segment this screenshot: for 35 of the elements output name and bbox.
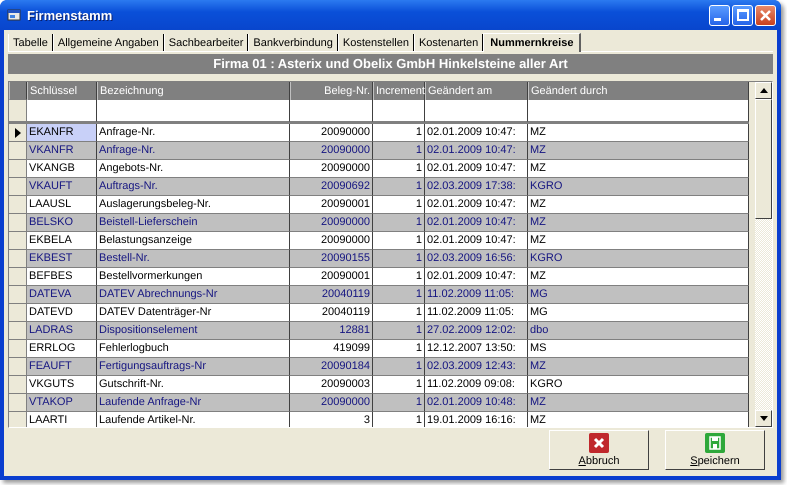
table-cell: Laufende Artikel-Nr.	[97, 412, 290, 427]
table-cell: 1	[373, 412, 425, 427]
tab[interactable]: Sachbearbeiter	[164, 34, 248, 51]
maximize-button[interactable]	[732, 4, 753, 26]
filter-field[interactable]	[290, 100, 373, 122]
tab[interactable]: Tabelle	[8, 34, 53, 51]
table-cell: 3	[290, 412, 373, 427]
filter-field[interactable]	[425, 100, 528, 122]
tab[interactable]: Bankverbindung	[248, 34, 338, 51]
close-icon	[760, 10, 771, 20]
company-heading: Firma 01 : Asterix und Obelix GmbH Hinkelsteine aller Art	[8, 54, 773, 74]
table-cell: LAARTI	[27, 412, 97, 427]
filter-field[interactable]	[97, 100, 290, 122]
tab[interactable]: Allgemeine Angaben	[52, 34, 164, 51]
filter-field[interactable]	[528, 100, 749, 122]
current-row-icon	[14, 128, 20, 138]
close-button[interactable]	[755, 4, 776, 26]
maximize-icon	[736, 9, 748, 21]
cross-icon	[589, 432, 609, 452]
save-button[interactable]: Speichern	[665, 430, 765, 470]
minimize-icon	[714, 18, 721, 20]
scroll-down-icon	[760, 416, 768, 421]
vertical-scrollbar[interactable]	[755, 82, 772, 427]
cancel-button[interactable]: Abbruch	[549, 430, 649, 470]
tab[interactable]: Kostenstellen	[338, 34, 414, 51]
app-icon	[7, 8, 21, 22]
window-title: Firmenstamm	[27, 8, 112, 22]
table-cell: EKANFR	[27, 124, 97, 142]
filter-field[interactable]	[27, 100, 97, 122]
minimize-button[interactable]	[709, 4, 730, 26]
filter-field[interactable]	[373, 100, 425, 122]
tab[interactable]: Nummernkreise	[483, 33, 582, 52]
table-cell: 19.01.2009 16:16:	[425, 412, 528, 427]
row-indicator[interactable]	[9, 124, 27, 142]
scroll-up-icon	[760, 88, 768, 93]
